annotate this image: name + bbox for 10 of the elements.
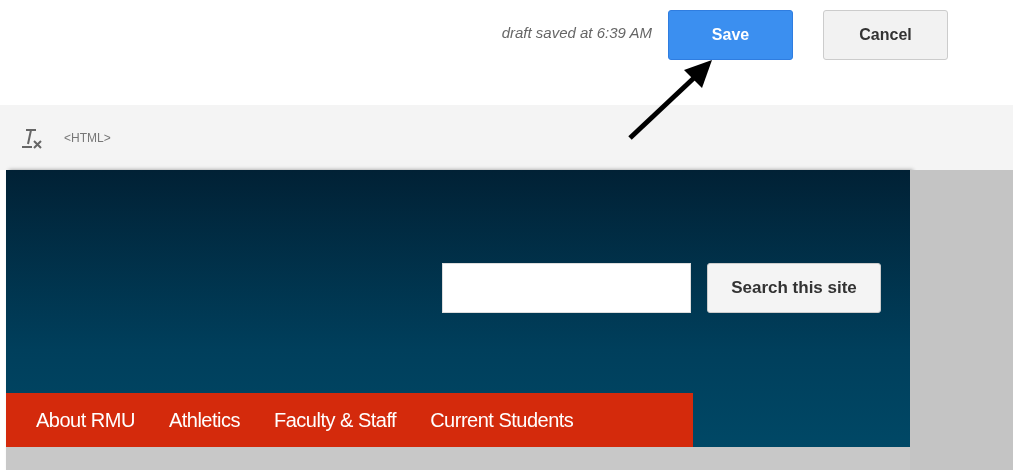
draft-status: draft saved at 6:39 AM (501, 24, 652, 41)
nav-link[interactable]: Athletics (168, 408, 240, 432)
save-button[interactable]: Save (668, 10, 793, 60)
nav-link[interactable]: Current Students (430, 408, 574, 432)
cancel-button[interactable]: Cancel (823, 10, 948, 60)
nav-link[interactable]: About RMU (36, 408, 135, 432)
nav-link[interactable]: Faculty & Staff (273, 408, 397, 432)
search-field[interactable] (442, 263, 691, 313)
html-button[interactable]: <HTML> (64, 130, 111, 145)
search-button[interactable]: Search this site (707, 263, 881, 313)
